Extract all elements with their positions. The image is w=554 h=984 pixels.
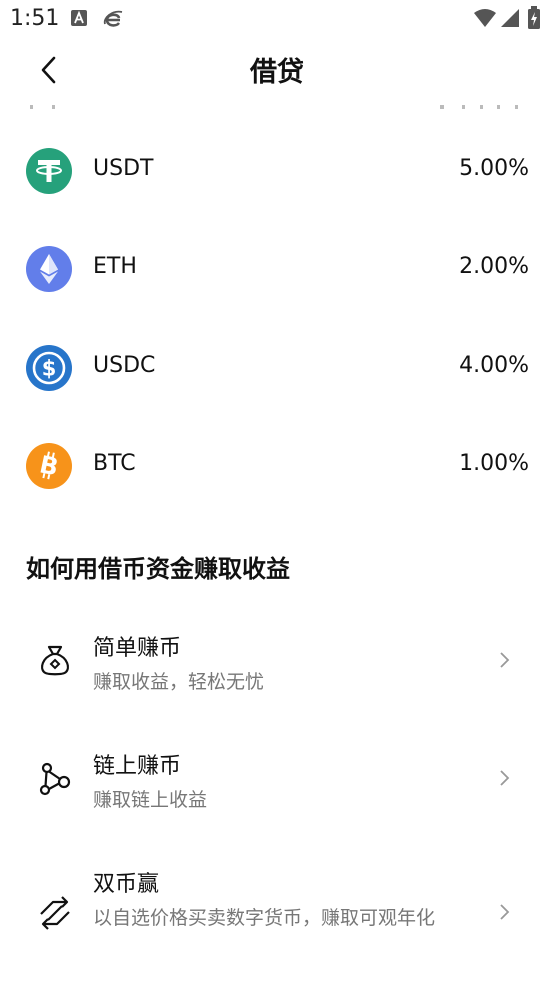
coin-row-eth[interactable]: ETH 2.00% bbox=[0, 219, 554, 317]
earn-option-desc: 赚取链上收益 bbox=[93, 789, 208, 811]
chevron-right-icon bbox=[500, 770, 510, 786]
coin-name: USDT bbox=[93, 156, 154, 181]
coin-row-usdt[interactable]: USDT 5.00% bbox=[0, 121, 554, 219]
scrolled-content-remnant bbox=[0, 100, 554, 110]
status-time: 1:51 bbox=[10, 6, 60, 31]
browser-e-icon bbox=[103, 10, 123, 27]
usdt-icon bbox=[26, 148, 72, 194]
earn-option-title: 链上赚币 bbox=[93, 754, 182, 779]
chevron-right-icon bbox=[500, 652, 510, 668]
coin-row-btc[interactable]: B BTC 1.00% bbox=[0, 416, 554, 514]
scroll-remnant-marks bbox=[30, 105, 518, 109]
coin-rate: 2.00% bbox=[459, 254, 529, 279]
earn-option-desc: 以自选价格买卖数字货币，赚取可观年化 bbox=[93, 907, 436, 929]
section-title: 如何用借币资金赚取收益 bbox=[26, 555, 290, 583]
coin-rate: 4.00% bbox=[459, 353, 529, 378]
earn-option-onchain[interactable]: 链上赚币 赚取链上收益 bbox=[0, 738, 554, 838]
notification-a-icon bbox=[71, 10, 87, 26]
chain-nodes-icon bbox=[39, 762, 71, 796]
earn-option-title: 双币赢 bbox=[93, 872, 160, 897]
earn-option-title: 简单赚币 bbox=[93, 636, 182, 661]
coin-rate: 5.00% bbox=[459, 156, 529, 181]
coin-row-usdc[interactable]: $ USDC 4.00% bbox=[0, 318, 554, 416]
earn-option-simple[interactable]: 简单赚币 赚取收益，轻松无忧 bbox=[0, 620, 554, 720]
money-bag-icon bbox=[41, 645, 69, 676]
app-header: 借贷 bbox=[0, 38, 554, 102]
page-title: 借贷 bbox=[250, 57, 304, 88]
coin-name: ETH bbox=[93, 254, 137, 279]
wifi-icon bbox=[474, 9, 496, 27]
svg-text:$: $ bbox=[42, 357, 57, 381]
eth-icon bbox=[26, 246, 72, 292]
signal-icon bbox=[501, 9, 519, 27]
coin-name: USDC bbox=[93, 353, 156, 378]
status-bar: 1:51 bbox=[0, 0, 554, 38]
coin-rate: 1.00% bbox=[459, 451, 529, 476]
battery-icon bbox=[528, 6, 540, 29]
btc-icon: B bbox=[26, 443, 72, 489]
earn-option-dual-currency[interactable]: 双币赢 以自选价格买卖数字货币，赚取可观年化 bbox=[0, 856, 554, 976]
coin-name: BTC bbox=[93, 451, 136, 476]
earn-option-desc: 赚取收益，轻松无忧 bbox=[93, 671, 265, 693]
chevron-right-icon bbox=[500, 904, 510, 920]
usdc-icon: $ bbox=[26, 345, 72, 391]
dual-arrows-icon bbox=[40, 896, 70, 930]
